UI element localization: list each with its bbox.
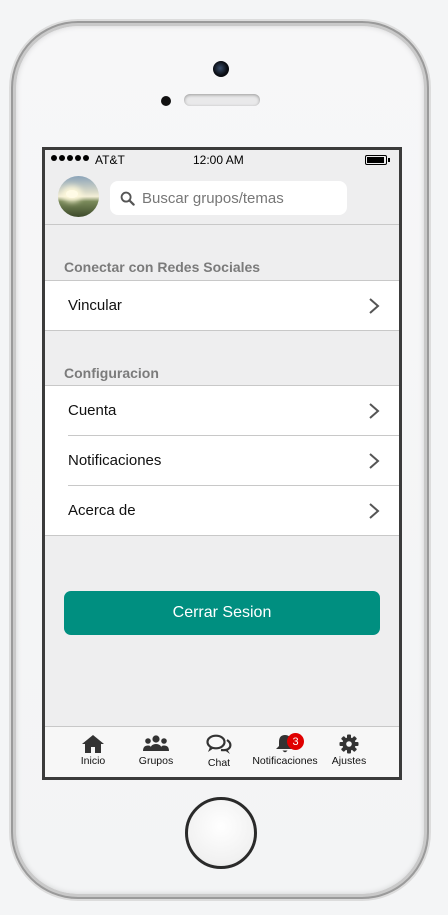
header (45, 172, 399, 225)
front-camera (213, 61, 229, 77)
settings-item-label: Vincular (68, 297, 122, 314)
battery-icon (365, 155, 390, 165)
logout-button[interactable]: Cerrar Sesion (64, 591, 380, 635)
tab-inicio[interactable]: Inicio (77, 727, 109, 777)
settings-item-label: Notificaciones (68, 452, 162, 469)
avatar[interactable] (58, 176, 99, 217)
chat-icon (206, 734, 232, 754)
chevron-right-icon (369, 403, 380, 419)
notification-badge: 3 (287, 733, 304, 750)
earpiece-speaker (184, 94, 260, 106)
settings-item-vincular[interactable]: Vincular (45, 281, 399, 330)
carrier-name: AT&T (95, 153, 125, 167)
tab-label: Inicio (80, 755, 106, 767)
search-bar[interactable] (110, 181, 347, 215)
tab-grupos[interactable]: Grupos (136, 727, 176, 777)
chevron-right-icon (369, 298, 380, 314)
status-time: 12:00 AM (193, 153, 244, 167)
tab-label: Ajustes (331, 755, 367, 767)
chevron-right-icon (369, 503, 380, 519)
tab-label: Chat (207, 757, 231, 769)
status-bar: AT&T 12:00 AM (45, 150, 399, 172)
section-title-social: Conectar con Redes Sociales (64, 259, 261, 275)
section-title-config: Configuracion (64, 365, 159, 381)
signal-strength-icon (51, 155, 89, 161)
search-icon (120, 190, 136, 206)
config-group: Cuenta Notificaciones Acerca de (45, 385, 399, 536)
settings-item-label: Acerca de (68, 502, 136, 519)
users-icon (143, 735, 169, 751)
settings-item-acerca-de[interactable]: Acerca de (45, 486, 399, 535)
tab-label: Notificaciones (252, 755, 318, 767)
home-icon (82, 735, 104, 753)
chevron-right-icon (369, 453, 380, 469)
search-input[interactable] (140, 188, 344, 208)
phone-screen: AT&T 12:00 AM Conectar con Redes Sociale… (42, 147, 402, 780)
tab-bar: Inicio Grupos Chat 3 Notificaciones Ajus… (45, 726, 399, 777)
tab-ajustes[interactable]: Ajustes (329, 727, 369, 777)
settings-item-notificaciones[interactable]: Notificaciones (45, 436, 399, 485)
tab-label: Grupos (138, 755, 174, 767)
settings-item-label: Cuenta (68, 402, 117, 419)
home-button[interactable] (185, 797, 257, 869)
tab-chat[interactable]: Chat (203, 727, 235, 777)
gear-icon (339, 734, 359, 754)
proximity-sensor (161, 96, 171, 106)
social-group: Vincular (45, 280, 399, 331)
settings-item-cuenta[interactable]: Cuenta (45, 386, 399, 435)
tab-notificaciones[interactable]: 3 Notificaciones (249, 727, 321, 777)
